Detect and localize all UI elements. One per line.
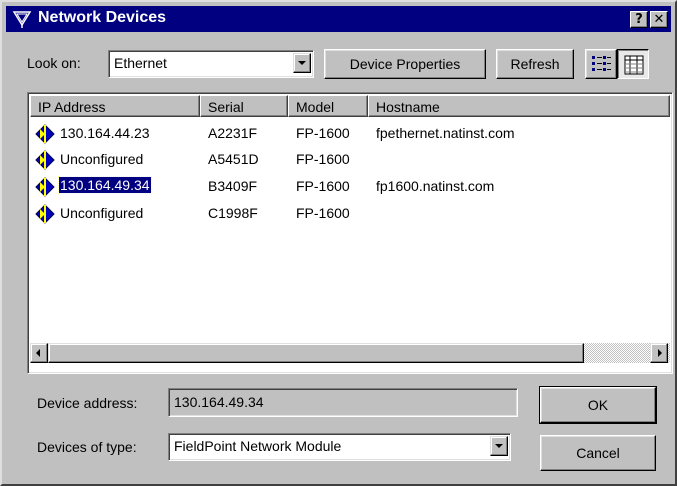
- column-header-ip[interactable]: IP Address: [30, 95, 200, 117]
- network-icon: [12, 11, 32, 28]
- help-button[interactable]: ?: [630, 11, 648, 28]
- device-address-value: 130.164.49.34: [174, 394, 264, 410]
- table-row-selected[interactable]: 130.164.49.34 B3409F FP-1600 fp1600.nati…: [30, 174, 640, 200]
- scroll-thumb[interactable]: [48, 343, 584, 363]
- refresh-button[interactable]: Refresh: [496, 49, 574, 79]
- column-header-serial[interactable]: Serial: [200, 95, 288, 117]
- list-view-button[interactable]: [585, 49, 617, 79]
- ok-button[interactable]: OK: [539, 386, 657, 424]
- cell-ip: Unconfigured: [60, 151, 144, 167]
- look-on-value: Ethernet: [114, 55, 167, 71]
- devices-of-type-value: FieldPoint Network Module: [174, 438, 342, 454]
- device-list[interactable]: IP Address Serial Model Hostname 130.164…: [27, 92, 673, 374]
- horizontal-scrollbar[interactable]: [30, 343, 670, 363]
- details-view-icon: [624, 55, 644, 75]
- cell-ip: 130.164.49.34: [58, 176, 152, 194]
- network-devices-dialog: Network Devices ? ✕ Look on: Ethernet De…: [0, 0, 677, 486]
- cell-serial: A5451D: [208, 151, 259, 167]
- cell-model: FP-1600: [296, 205, 350, 221]
- device-properties-button[interactable]: Device Properties: [324, 49, 486, 79]
- cell-serial: C1998F: [208, 205, 258, 221]
- device-address-label: Device address:: [37, 395, 138, 411]
- chevron-down-icon[interactable]: [293, 53, 311, 73]
- fieldpoint-device-icon: [35, 150, 55, 170]
- cell-serial: A2231F: [208, 125, 258, 141]
- chevron-down-icon[interactable]: [490, 436, 508, 456]
- cell-hostname: fp1600.natinst.com: [376, 178, 495, 194]
- column-header-model[interactable]: Model: [288, 95, 368, 117]
- cell-model: FP-1600: [296, 151, 350, 167]
- fieldpoint-device-icon: [35, 124, 55, 144]
- table-row[interactable]: 130.164.44.23 A2231F FP-1600 fpethernet.…: [30, 121, 640, 147]
- devices-of-type-label: Devices of type:: [37, 439, 137, 455]
- table-row[interactable]: Unconfigured C1998F FP-1600: [30, 201, 640, 227]
- cell-serial: B3409F: [208, 178, 258, 194]
- table-row[interactable]: Unconfigured A5451D FP-1600: [30, 147, 640, 173]
- list-view-icon: [592, 56, 611, 71]
- title-bar[interactable]: Network Devices ? ✕: [6, 6, 671, 32]
- cell-ip: Unconfigured: [60, 205, 144, 221]
- close-button[interactable]: ✕: [650, 11, 668, 28]
- scroll-left-icon[interactable]: [30, 343, 48, 363]
- cancel-button[interactable]: Cancel: [540, 435, 656, 471]
- scroll-right-icon[interactable]: [650, 343, 668, 363]
- look-on-label: Look on:: [27, 55, 81, 71]
- cell-model: FP-1600: [296, 125, 350, 141]
- window-title: Network Devices: [38, 9, 167, 26]
- details-view-button[interactable]: [617, 49, 649, 79]
- devices-of-type-combo[interactable]: FieldPoint Network Module: [168, 433, 511, 461]
- cell-model: FP-1600: [296, 178, 350, 194]
- look-on-combo[interactable]: Ethernet: [108, 50, 314, 78]
- column-header-hostname[interactable]: Hostname: [368, 95, 670, 117]
- fieldpoint-device-icon: [35, 204, 55, 224]
- fieldpoint-device-icon: [35, 177, 55, 197]
- cell-ip: 130.164.44.23: [60, 125, 150, 141]
- device-address-field: 130.164.49.34: [168, 388, 518, 417]
- cell-hostname: fpethernet.natinst.com: [376, 125, 515, 141]
